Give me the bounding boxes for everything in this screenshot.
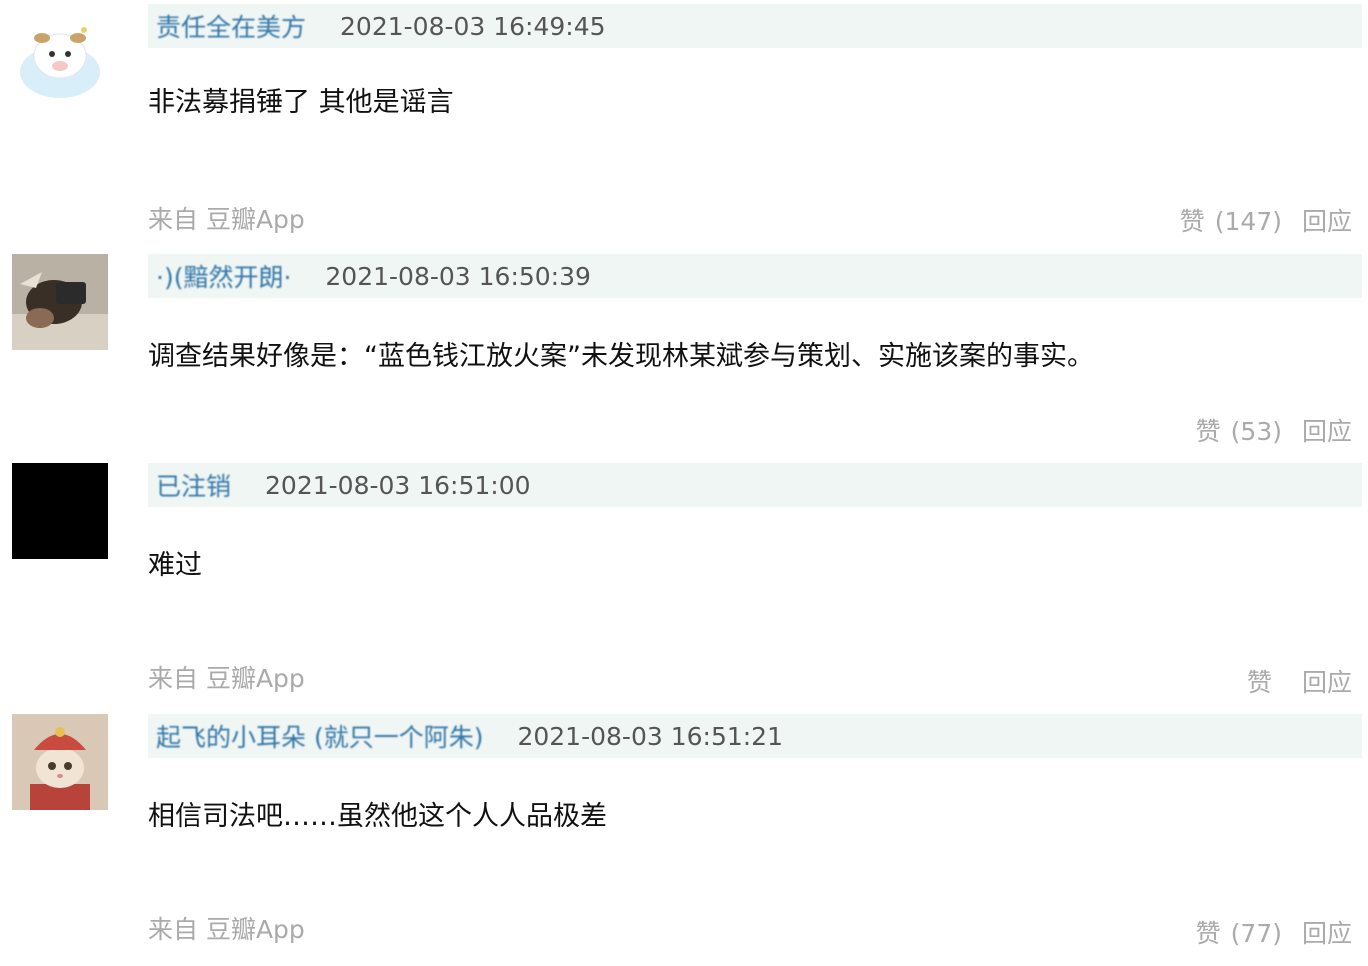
comment-meta: 已注销 2021-08-03 16:51:00	[148, 463, 1362, 507]
avatar[interactable]	[12, 254, 108, 350]
like-count: (77)	[1230, 919, 1282, 948]
comment-text: 调查结果好像是：“蓝色钱江放火案”未发现林某斌参与策划、实施该案的事实。	[148, 341, 1094, 372]
like-count: (53)	[1230, 417, 1282, 446]
cat-in-costume-avatar-icon	[12, 714, 108, 810]
reply-button[interactable]: 回应	[1302, 202, 1352, 238]
avatar[interactable]	[12, 16, 108, 112]
like-label: 赞	[1195, 919, 1221, 948]
like-button[interactable]: 赞 (77)	[1196, 914, 1282, 950]
comment-text: 非法募捐锤了 其他是谣言	[148, 87, 454, 118]
person-photo-avatar-icon	[12, 254, 108, 350]
author-link[interactable]: 起飞的小耳朵 (就只一个阿朱)	[148, 718, 483, 754]
comment-text: 相信司法吧……虽然他这个人人品极差	[148, 801, 607, 832]
comment-time: 2021-08-03 16:51:21	[517, 721, 783, 751]
comment-actions: 赞 (147) 回应	[1180, 202, 1352, 238]
avatar[interactable]	[12, 714, 108, 810]
avatar[interactable]	[12, 463, 108, 559]
like-button[interactable]: 赞 (147)	[1180, 202, 1282, 238]
author-link[interactable]: ·)(黯然开朗·	[148, 258, 291, 294]
comment-text: 难过	[148, 550, 202, 581]
black-avatar-icon	[12, 463, 108, 559]
comment-time: 2021-08-03 16:51:00	[265, 470, 531, 500]
reply-button[interactable]: 回应	[1302, 412, 1352, 448]
like-label: 赞	[1179, 207, 1205, 236]
like-label: 赞	[1246, 668, 1272, 697]
like-label: 赞	[1195, 417, 1221, 446]
comment-meta: 起飞的小耳朵 (就只一个阿朱) 2021-08-03 16:51:21	[148, 714, 1362, 758]
comment-actions: 赞 (77) 回应	[1196, 914, 1352, 950]
comment-time: 2021-08-03 16:49:45	[340, 11, 606, 41]
comment-actions: 赞 回应	[1247, 663, 1352, 699]
reply-button[interactable]: 回应	[1302, 914, 1352, 950]
comment-meta: 责任全在美方 2021-08-03 16:49:45	[148, 4, 1362, 48]
comment-source: 来自 豆瓣App	[148, 205, 305, 234]
like-button[interactable]: 赞 (53)	[1196, 412, 1282, 448]
cartoon-cloud-cow-avatar-icon	[12, 16, 108, 112]
comment-actions: 赞 (53) 回应	[1196, 412, 1352, 448]
comment-source: 来自 豆瓣App	[148, 915, 305, 944]
reply-button[interactable]: 回应	[1302, 663, 1352, 699]
comment-source: 来自 豆瓣App	[148, 664, 305, 693]
author-link[interactable]: 责任全在美方	[148, 8, 306, 44]
comment-time: 2021-08-03 16:50:39	[325, 261, 591, 291]
like-button[interactable]: 赞	[1247, 663, 1282, 699]
author-link[interactable]: 已注销	[148, 467, 231, 503]
like-count: (147)	[1214, 207, 1282, 236]
comment-meta: ·)(黯然开朗· 2021-08-03 16:50:39	[148, 254, 1362, 298]
